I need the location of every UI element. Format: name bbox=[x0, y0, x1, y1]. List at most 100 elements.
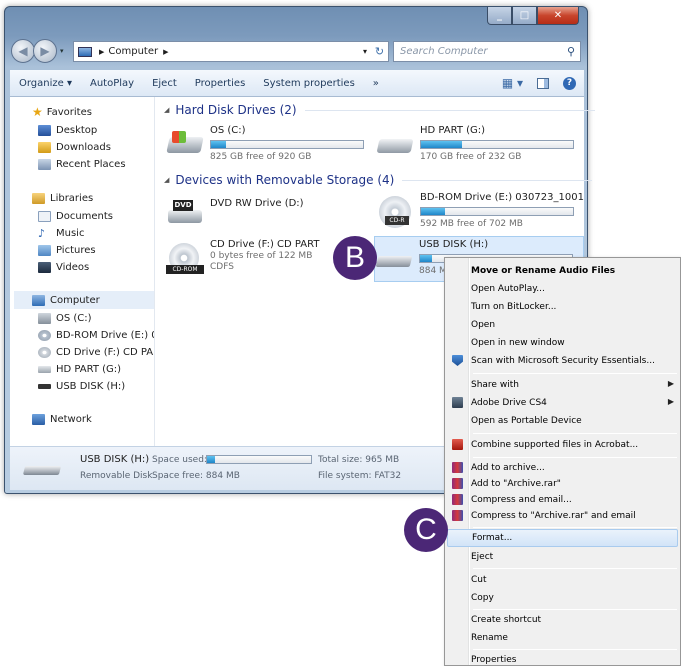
drive-bd-rom-e[interactable]: CD-R BD-ROM Drive (E:) 030723_1001 592 M… bbox=[376, 190, 586, 236]
menu-open-portable-device[interactable]: Open as Portable Device bbox=[447, 412, 678, 429]
close-button[interactable]: ✕ bbox=[537, 7, 579, 25]
search-icon[interactable]: ⚲ bbox=[567, 45, 575, 58]
menu-add-to-archive-rar[interactable]: Add to "Archive.rar" bbox=[447, 475, 678, 492]
search-input[interactable]: Search Computer ⚲ bbox=[393, 41, 581, 62]
drive-os-usage-bar bbox=[210, 140, 364, 149]
maximize-button[interactable]: □ bbox=[512, 7, 537, 25]
nav-recent-places[interactable]: Recent Places bbox=[38, 156, 126, 172]
back-button[interactable]: ◀ bbox=[11, 39, 35, 63]
help-icon[interactable]: ? bbox=[563, 76, 576, 90]
context-menu: Move or Rename Audio Files Open AutoPlay… bbox=[444, 257, 681, 666]
usage-fill bbox=[211, 141, 227, 148]
drive-os-c[interactable]: OS (C:) 825 GB free of 920 GB bbox=[166, 123, 376, 169]
menu-format[interactable]: Format... bbox=[447, 529, 678, 547]
disc-icon bbox=[38, 329, 51, 341]
music-icon: ♪ bbox=[38, 226, 46, 240]
downloads-icon bbox=[38, 141, 51, 153]
nav-computer[interactable]: Computer bbox=[32, 292, 100, 308]
nav-videos[interactable]: Videos bbox=[38, 259, 89, 275]
minimize-button[interactable]: _ bbox=[487, 7, 512, 25]
menu-compress-rar-email[interactable]: Compress to "Archive.rar" and email bbox=[447, 507, 678, 524]
nav-os-drive[interactable]: OS (C:) bbox=[38, 310, 92, 326]
nav-downloads[interactable]: Downloads bbox=[38, 139, 111, 155]
menu-label: Copy bbox=[471, 592, 494, 603]
nav-favorites-label: Favorites bbox=[46, 106, 92, 118]
drive-cd-name: CD Drive (F:) CD PART bbox=[210, 239, 320, 250]
navigation-pane: ★ Favorites Desktop Downloads Recent Pla… bbox=[10, 97, 155, 446]
group-hard-label: Hard Disk Drives (2) bbox=[175, 103, 297, 117]
usage-fill bbox=[207, 456, 216, 463]
menu-label: Properties bbox=[471, 654, 517, 665]
preview-pane-icon[interactable] bbox=[537, 77, 549, 89]
menu-share-with[interactable]: Share with ▶ bbox=[447, 376, 678, 393]
details-space-free: Space free: 884 MB bbox=[152, 471, 240, 481]
system-properties-button[interactable]: System properties bbox=[254, 78, 364, 89]
menu-compress-email[interactable]: Compress and email... bbox=[447, 491, 678, 508]
menu-turn-on-bitlocker[interactable]: Turn on BitLocker... bbox=[447, 298, 678, 315]
nav-bd-rom-label: BD-ROM Drive (E:) 030 bbox=[56, 329, 154, 341]
history-dropdown-icon[interactable]: ▾ bbox=[60, 47, 64, 55]
nav-libraries[interactable]: Libraries bbox=[32, 190, 93, 206]
autoplay-button[interactable]: AutoPlay bbox=[81, 78, 143, 89]
nav-network[interactable]: Network bbox=[32, 411, 92, 427]
address-dropdown-icon[interactable]: ▾ bbox=[363, 47, 367, 56]
organize-button[interactable]: Organize ▾ bbox=[10, 78, 81, 89]
menu-label: Combine supported files in Acrobat... bbox=[471, 439, 639, 450]
menu-move-rename-audio[interactable]: Move or Rename Audio Files bbox=[447, 262, 678, 279]
eject-button[interactable]: Eject bbox=[143, 78, 186, 89]
menu-label: Add to archive... bbox=[471, 462, 545, 473]
forward-button[interactable]: ▶ bbox=[33, 39, 57, 63]
hard-drive-icon bbox=[376, 129, 414, 159]
menu-rename[interactable]: Rename bbox=[447, 629, 678, 646]
drive-os-free: 825 GB free of 920 GB bbox=[210, 152, 312, 162]
nav-hd-part-label: HD PART (G:) bbox=[56, 363, 122, 375]
menu-label: Open bbox=[471, 319, 496, 330]
nav-usb-disk-label: USB DISK (H:) bbox=[56, 380, 126, 392]
details-drive-name: USB DISK (H:) bbox=[80, 454, 150, 465]
refresh-button[interactable]: ↻ bbox=[371, 41, 389, 62]
menu-open-autoplay[interactable]: Open AutoPlay... bbox=[447, 280, 678, 297]
windows-drive-icon bbox=[166, 129, 204, 159]
menu-adobe-drive[interactable]: Adobe Drive CS4 ▶ bbox=[447, 394, 678, 411]
breadcrumb-computer[interactable]: Computer bbox=[108, 46, 158, 57]
menu-open-new-window[interactable]: Open in new window bbox=[447, 334, 678, 351]
change-view-icon[interactable]: ▦ ▾ bbox=[502, 76, 523, 90]
menu-eject[interactable]: Eject bbox=[447, 548, 678, 565]
menu-create-shortcut[interactable]: Create shortcut bbox=[447, 611, 678, 628]
recent-places-icon bbox=[38, 158, 51, 170]
drive-dvd-rw-d[interactable]: DVD DVD RW Drive (D:) bbox=[166, 192, 376, 238]
nav-music[interactable]: ♪ Music bbox=[38, 225, 84, 241]
drive-hd-name: HD PART (G:) bbox=[420, 125, 486, 136]
nav-documents[interactable]: Documents bbox=[38, 208, 113, 224]
nav-pictures[interactable]: Pictures bbox=[38, 242, 96, 258]
submenu-arrow-icon: ▶ bbox=[667, 397, 674, 406]
menu-cut[interactable]: Cut bbox=[447, 571, 678, 588]
drive-hd-part-g[interactable]: HD PART (G:) 170 GB free of 232 GB bbox=[376, 123, 586, 169]
menu-label: Adobe Drive CS4 bbox=[471, 397, 547, 408]
usb-drive-icon bbox=[38, 383, 51, 389]
details-usage-bar bbox=[206, 455, 312, 464]
menu-open[interactable]: Open bbox=[447, 316, 678, 333]
address-bar[interactable]: ▶ Computer ▶ ▾ bbox=[73, 41, 373, 62]
menu-combine-acrobat[interactable]: Combine supported files in Acrobat... bbox=[447, 436, 678, 453]
acrobat-icon bbox=[452, 439, 463, 450]
breadcrumb-chevron-icon[interactable]: ▶ bbox=[163, 48, 168, 56]
menu-label: Eject bbox=[471, 551, 494, 562]
nav-favorites[interactable]: ★ Favorites bbox=[32, 104, 92, 120]
nav-desktop[interactable]: Desktop bbox=[38, 122, 97, 138]
group-hard-disk-drives[interactable]: ◢ Hard Disk Drives (2) bbox=[164, 103, 595, 117]
nav-bd-rom-drive[interactable]: BD-ROM Drive (E:) 030 bbox=[38, 327, 154, 343]
nav-libraries-label: Libraries bbox=[50, 192, 94, 204]
nav-usb-disk[interactable]: USB DISK (H:) bbox=[38, 378, 125, 394]
libraries-icon bbox=[32, 192, 45, 204]
menu-add-to-archive[interactable]: Add to archive... bbox=[447, 459, 678, 476]
usb-drive-icon bbox=[375, 243, 413, 273]
menu-properties[interactable]: Properties bbox=[447, 651, 678, 665]
nav-hd-part[interactable]: HD PART (G:) bbox=[38, 361, 121, 377]
menu-copy[interactable]: Copy bbox=[447, 589, 678, 606]
menu-scan-security-essentials[interactable]: Scan with Microsoft Security Essentials.… bbox=[447, 352, 678, 369]
properties-button[interactable]: Properties bbox=[186, 78, 255, 89]
more-commands-button[interactable]: » bbox=[364, 78, 388, 89]
nav-cd-drive[interactable]: CD Drive (F:) CD PART bbox=[38, 344, 154, 360]
group-removable-storage[interactable]: ◢ Devices with Removable Storage (4) bbox=[164, 173, 593, 187]
